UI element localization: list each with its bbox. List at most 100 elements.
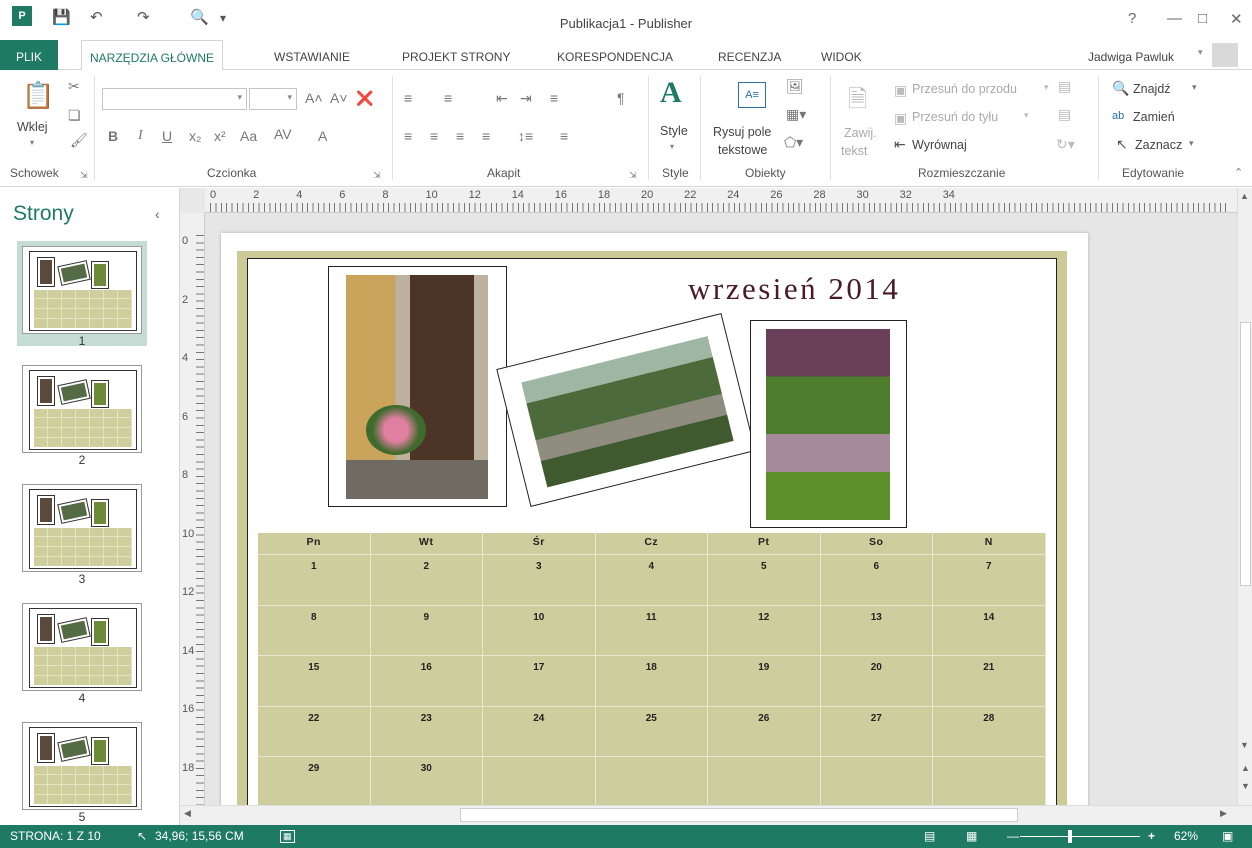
text-box-icon[interactable]: A≡ — [738, 82, 766, 108]
change-case-button[interactable]: Aa — [240, 128, 257, 144]
restore-icon[interactable]: □ — [1198, 10, 1207, 27]
page-thumbnail[interactable]: 3 — [17, 479, 147, 586]
calendar-day-cell[interactable] — [820, 757, 933, 805]
zoom-level[interactable]: 62% — [1174, 829, 1198, 843]
italic-icon[interactable]: I — [138, 128, 143, 144]
calendar-day-cell[interactable]: 20 — [820, 656, 933, 707]
shading-icon[interactable]: ≡ — [560, 128, 568, 144]
chevron-down-icon[interactable]: ▾ — [1044, 82, 1049, 93]
decrease-indent-icon[interactable]: ⇤ — [496, 90, 508, 107]
tab-page-design[interactable]: PROJEKT STRONY — [394, 40, 518, 70]
copy-icon[interactable]: ❏ — [68, 107, 81, 124]
grow-font-icon[interactable]: A˄ — [305, 90, 323, 106]
clear-formatting-icon[interactable]: ❌ — [356, 90, 373, 107]
cut-icon[interactable]: ✂ — [68, 78, 80, 95]
scroll-left-icon[interactable]: ◀ — [184, 808, 191, 819]
calendar-day-cell[interactable]: 15 — [258, 656, 371, 707]
photo-bridge-frame[interactable] — [496, 313, 756, 507]
calendar-day-cell[interactable]: 21 — [933, 656, 1046, 707]
draw-text-box-button[interactable]: Rysuj pole — [713, 125, 771, 139]
scroll-up-icon[interactable]: ▲ — [1240, 191, 1249, 201]
zoom-slider-track[interactable] — [1020, 836, 1140, 837]
calendar-day-cell[interactable] — [933, 757, 1046, 805]
chevron-down-icon[interactable]: ▾ — [1192, 82, 1197, 93]
page-thumbnail[interactable]: 1 — [17, 241, 147, 348]
cursor-icon[interactable]: ↖ — [1116, 136, 1128, 153]
wrap-text-icon[interactable]: 🗎 — [848, 82, 867, 123]
zoom-slider-thumb[interactable] — [1068, 830, 1072, 843]
calendar-day-cell[interactable] — [595, 757, 708, 805]
page-thumbnail[interactable]: 2 — [17, 360, 147, 467]
font-name-combo[interactable]: ▾ — [102, 88, 247, 110]
calendar-day-cell[interactable] — [483, 757, 596, 805]
tab-mailings[interactable]: KORESPONDENCJA — [549, 40, 681, 70]
page-indicator[interactable]: STRONA: 1 Z 10 — [10, 829, 101, 843]
help-icon[interactable]: ? — [1128, 10, 1136, 27]
underline-icon[interactable]: U — [162, 128, 172, 144]
bullets-icon[interactable]: ≡ — [404, 90, 412, 106]
dialog-launcher-icon[interactable]: ⇲ — [80, 170, 88, 181]
bring-forward-icon[interactable]: ▣ — [894, 82, 907, 99]
calendar-day-cell[interactable]: 5 — [708, 555, 821, 606]
calendar-day-cell[interactable]: 18 — [595, 656, 708, 707]
align-right-icon[interactable]: ≡ — [456, 128, 464, 144]
draw-text-box-button-line2[interactable]: tekstowe — [718, 143, 767, 157]
user-name[interactable]: Jadwiga Pawluk — [1088, 40, 1174, 70]
calendar-day-cell[interactable]: 6 — [820, 555, 933, 606]
vertical-scroll-thumb[interactable] — [1240, 322, 1251, 586]
rotate-icon[interactable]: ↻▾ — [1056, 136, 1075, 153]
wrap-text-button-line2[interactable]: tekst — [841, 144, 867, 158]
calendar-day-cell[interactable]: 17 — [483, 656, 596, 707]
font-size-combo[interactable]: ▾ — [249, 88, 297, 110]
line-spacing-icon[interactable]: ↕≡ — [518, 128, 533, 144]
find-button[interactable]: Znajdź — [1133, 82, 1171, 96]
columns-icon[interactable]: ≡ — [550, 90, 558, 106]
scroll-right-icon[interactable]: ▶ — [1220, 808, 1227, 819]
calendar-day-cell[interactable] — [708, 757, 821, 805]
collapse-ribbon-icon[interactable]: ⌃ — [1234, 166, 1243, 179]
vertical-ruler[interactable]: 0 2 4 6 8 10 12 14 16 18 — [180, 213, 205, 805]
zoom-out-icon[interactable]: — — [1007, 829, 1019, 843]
numbering-icon[interactable]: ≡ — [444, 90, 452, 106]
collapse-panel-icon[interactable]: ‹ — [155, 206, 160, 222]
dialog-launcher-icon[interactable]: ⇲ — [629, 170, 637, 181]
calendar-day-cell[interactable]: 23 — [370, 706, 483, 757]
calendar-day-cell[interactable]: 7 — [933, 555, 1046, 606]
calendar-day-cell[interactable]: 19 — [708, 656, 821, 707]
subscript-icon[interactable]: x₂ — [189, 128, 201, 144]
bold-icon[interactable]: B — [108, 128, 118, 144]
bring-forward-button[interactable]: Przesuń do przodu — [912, 82, 1017, 96]
align-button[interactable]: Wyrównaj — [912, 138, 967, 152]
calendar-day-cell[interactable]: 24 — [483, 706, 596, 757]
horizontal-scroll-thumb[interactable] — [460, 808, 1018, 822]
calendar-day-cell[interactable]: 1 — [258, 555, 371, 606]
paste-button[interactable]: Wklej — [17, 120, 48, 134]
chevron-down-icon[interactable]: ▾ — [1024, 110, 1029, 121]
single-page-view-icon[interactable]: ▤ — [924, 829, 935, 843]
user-menu-icon[interactable]: ▾ — [1198, 47, 1203, 58]
scroll-down-icon[interactable]: ▼ — [1240, 740, 1249, 750]
zoom-in-icon[interactable]: + — [1148, 829, 1155, 843]
font-color-icon[interactable]: A — [318, 128, 327, 144]
horizontal-ruler[interactable]: 0 2 4 6 8 10 12 14 16 18 20 22 24 26 28 30 32 34 — [180, 188, 1240, 213]
page-thumbnail[interactable]: 5 — [17, 717, 147, 824]
tab-view[interactable]: WIDOK — [813, 40, 870, 70]
calendar-day-cell[interactable]: 16 — [370, 656, 483, 707]
fit-page-icon[interactable]: ▣ — [1222, 829, 1233, 843]
avatar[interactable] — [1212, 43, 1238, 67]
page-thumbnail[interactable]: 4 — [17, 598, 147, 705]
month-title[interactable]: wrzesień 2014 — [688, 271, 900, 307]
next-page-icon[interactable]: ▼ — [1241, 781, 1250, 791]
align-icon[interactable]: ⇤ — [894, 136, 906, 153]
shapes-icon[interactable]: ⬠▾ — [784, 134, 803, 151]
align-center-icon[interactable]: ≡ — [430, 128, 438, 144]
send-backward-icon[interactable]: ▣ — [894, 110, 907, 127]
wrap-text-button[interactable]: Zawij. — [844, 126, 877, 140]
two-page-view-icon[interactable]: ▦ — [966, 829, 977, 843]
minimize-icon[interactable]: — — [1167, 10, 1182, 27]
calendar-day-cell[interactable]: 10 — [483, 605, 596, 656]
calendar-day-cell[interactable]: 8 — [258, 605, 371, 656]
calendar-day-cell[interactable]: 13 — [820, 605, 933, 656]
previous-page-icon[interactable]: ▲ — [1241, 763, 1250, 773]
styles-button[interactable]: Style — [660, 124, 688, 138]
